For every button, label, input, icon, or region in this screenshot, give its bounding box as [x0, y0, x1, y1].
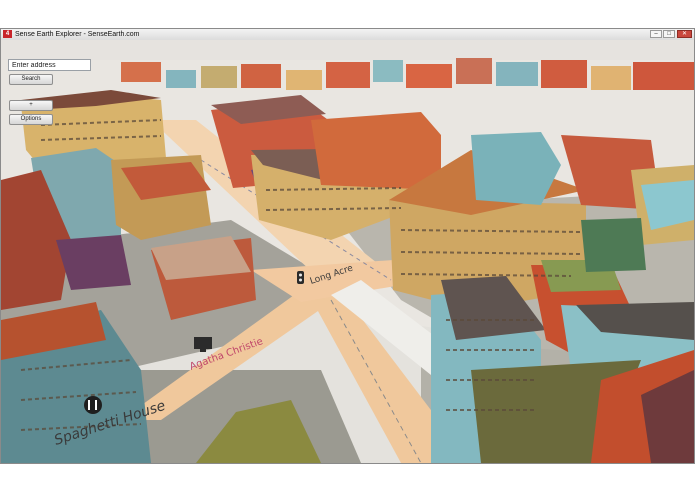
window-title: Sense Earth Explorer - SenseEarth.com [15, 31, 140, 38]
zoom-in-button[interactable]: + [9, 100, 53, 111]
options-button[interactable]: Options [9, 114, 53, 125]
maximize-button[interactable]: □ [663, 30, 675, 38]
restaurant-icon[interactable] [84, 396, 102, 414]
app-window: 4 Sense Earth Explorer - SenseEarth.com … [0, 28, 695, 464]
minimize-button[interactable]: – [650, 30, 662, 38]
address-input[interactable] [8, 59, 91, 71]
search-button[interactable]: Search [9, 74, 53, 85]
map-viewport[interactable]: Long Acre Agatha Christie Spaghetti Hous… [1, 40, 694, 463]
close-button[interactable]: ✕ [677, 30, 692, 38]
traffic-light-icon[interactable] [297, 271, 304, 284]
app-logo-icon: 4 [3, 30, 12, 38]
page-footer-space [0, 464, 695, 494]
3d-city-scene[interactable]: Long Acre Agatha Christie Spaghetti Hous… [1, 40, 694, 463]
